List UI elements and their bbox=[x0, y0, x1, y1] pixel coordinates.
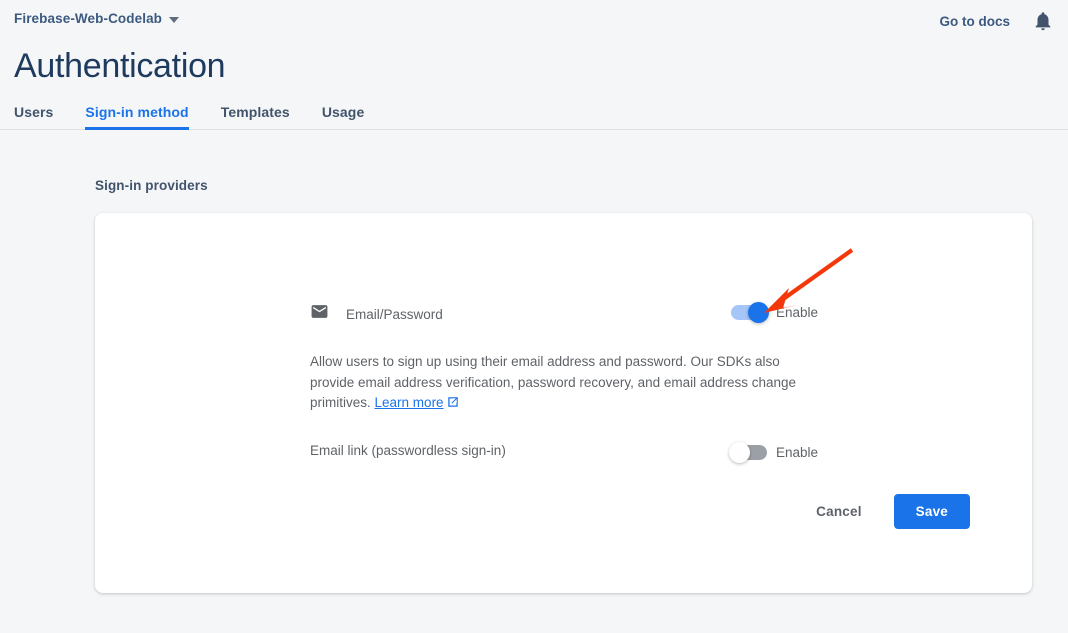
email-link-enable-toggle-wrap: Enable bbox=[731, 445, 818, 460]
email-password-description: Allow users to sign up using their email… bbox=[310, 352, 822, 414]
bell-icon[interactable] bbox=[1032, 10, 1054, 32]
tab-sign-in-method[interactable]: Sign-in method bbox=[69, 104, 204, 129]
toggle-knob bbox=[729, 442, 750, 463]
email-password-enable-toggle-wrap: Enable bbox=[731, 305, 818, 320]
card-actions: Cancel Save bbox=[808, 494, 970, 529]
external-link-icon[interactable] bbox=[444, 395, 459, 410]
sign-in-providers-label: Sign-in providers bbox=[95, 178, 208, 193]
email-link-enable-toggle[interactable] bbox=[731, 445, 767, 460]
email-password-provider-name: Email/Password bbox=[346, 307, 443, 322]
top-bar: Firebase-Web-Codelab Go to docs bbox=[0, 0, 1068, 40]
email-link-toggle-label: Enable bbox=[776, 445, 818, 460]
tab-templates[interactable]: Templates bbox=[205, 104, 306, 129]
tab-users[interactable]: Users bbox=[14, 104, 69, 129]
tab-usage[interactable]: Usage bbox=[306, 104, 381, 129]
envelope-icon bbox=[310, 302, 329, 326]
save-button[interactable]: Save bbox=[894, 494, 970, 529]
tab-bar: Users Sign-in method Templates Usage bbox=[0, 98, 1068, 130]
email-link-provider-name: Email link (passwordless sign-in) bbox=[310, 443, 506, 458]
page-title: Authentication bbox=[14, 44, 225, 88]
sign-in-providers-card: Email/Password Enable Allow users to sig… bbox=[95, 213, 1032, 593]
email-password-enable-toggle[interactable] bbox=[731, 305, 767, 320]
learn-more-link[interactable]: Learn more bbox=[375, 395, 444, 410]
top-bar-right: Go to docs bbox=[940, 10, 1055, 32]
toggle-knob bbox=[748, 302, 769, 323]
project-switcher[interactable]: Firebase-Web-Codelab bbox=[14, 11, 179, 26]
go-to-docs-link[interactable]: Go to docs bbox=[940, 14, 1011, 29]
email-password-toggle-label: Enable bbox=[776, 305, 818, 320]
project-name: Firebase-Web-Codelab bbox=[14, 11, 162, 26]
chevron-down-icon bbox=[169, 17, 179, 23]
cancel-button[interactable]: Cancel bbox=[808, 495, 869, 528]
